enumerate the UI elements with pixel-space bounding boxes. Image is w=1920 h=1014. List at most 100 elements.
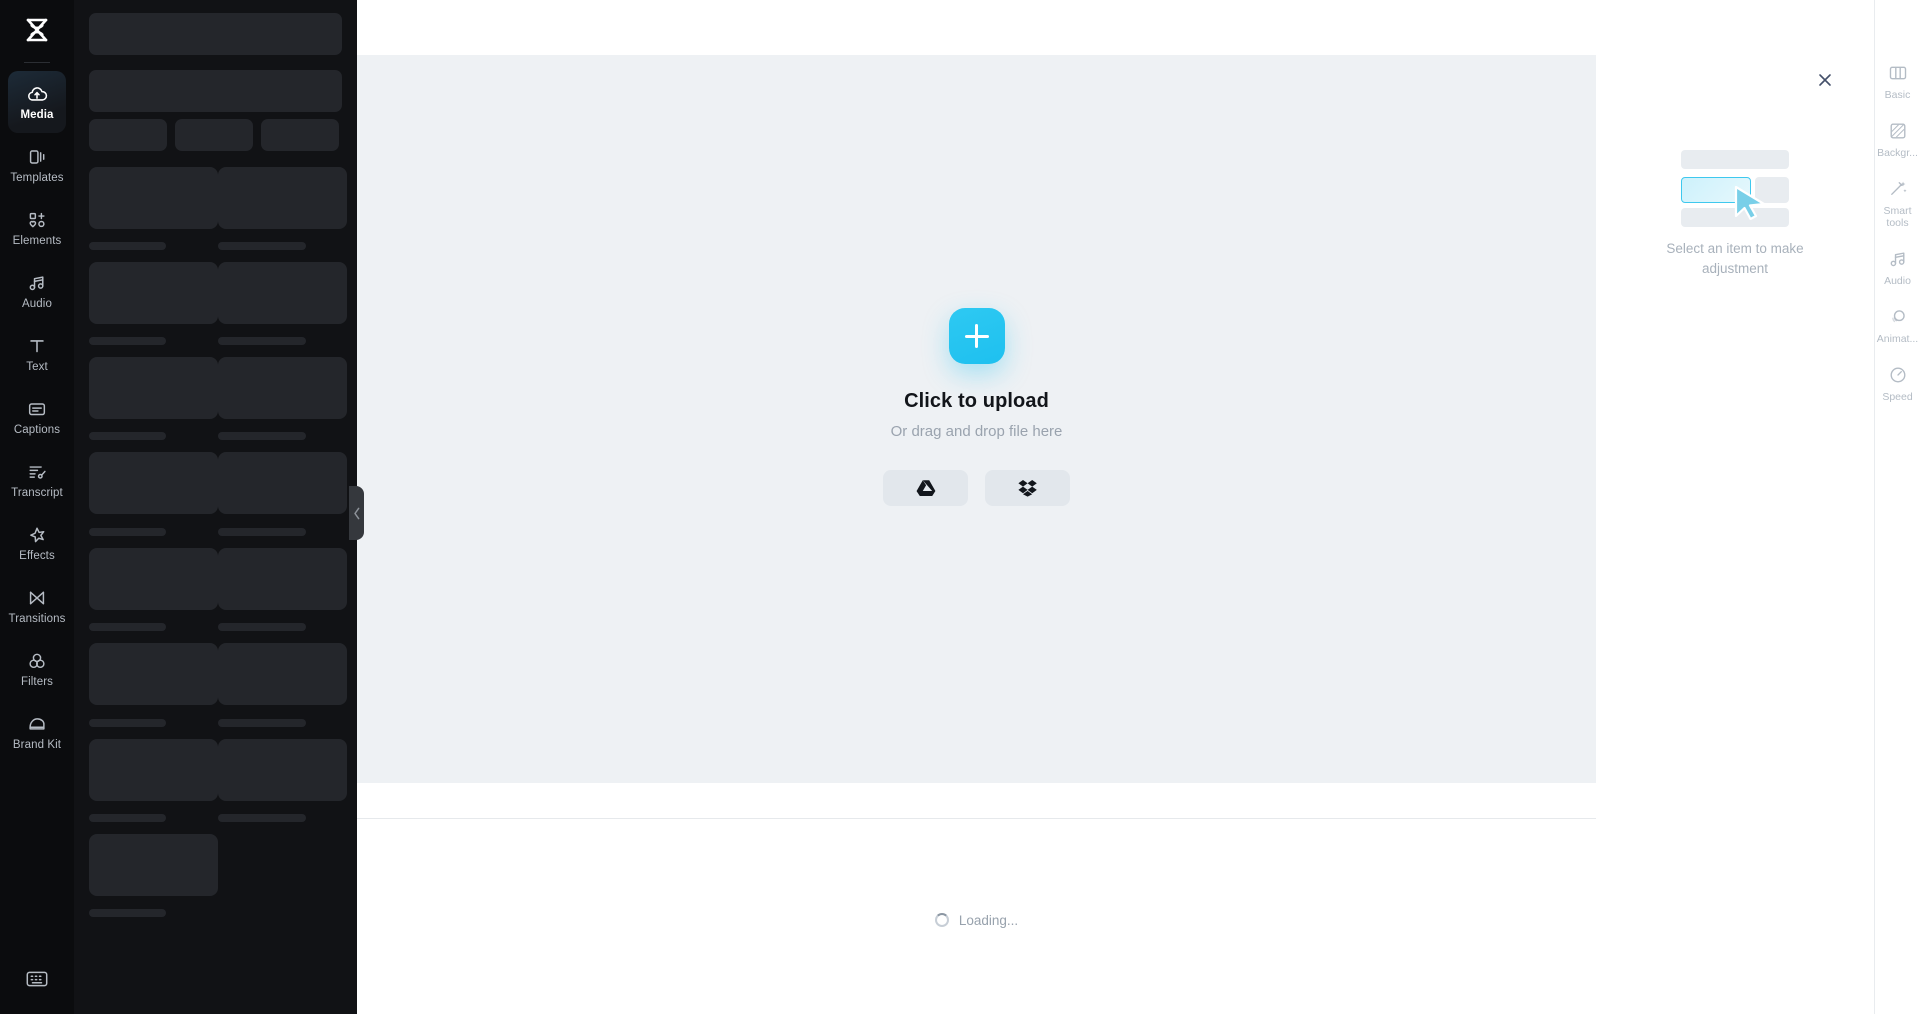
google-drive-button[interactable]	[883, 470, 968, 506]
left-sidebar: Media Templates Elements Audio Text Capt…	[0, 0, 74, 1014]
sidebar-item-media[interactable]: Media	[8, 71, 66, 133]
sidebar-item-audio[interactable]: Audio	[8, 260, 66, 322]
sidebar-item-label: Templates	[10, 171, 64, 184]
sidebar-item-label: Filters	[20, 675, 53, 688]
skeleton-line	[218, 814, 306, 822]
upload-dropzone[interactable]: Click to upload Or drag and drop file he…	[357, 43, 1596, 771]
text-icon	[30, 339, 44, 353]
app-logo[interactable]	[0, 4, 74, 56]
skeleton-tile	[218, 167, 347, 229]
player-stage: Click to upload Or drag and drop file he…	[357, 55, 1596, 783]
magic-wand-icon	[1890, 181, 1907, 196]
sidebar-item-effects[interactable]: Effects	[8, 512, 66, 574]
upload-plus-button[interactable]	[948, 308, 1005, 364]
skeleton-line	[89, 337, 166, 345]
skeleton-bar	[89, 70, 342, 112]
skeleton-tile	[89, 357, 218, 419]
sidebar-item-transcript[interactable]: Transcript	[8, 449, 66, 511]
skeleton-line	[218, 432, 306, 440]
skeleton-line	[89, 719, 166, 727]
toolbar-item-animation[interactable]: Animat...	[1875, 306, 1920, 345]
panel-collapse-handle[interactable]	[349, 486, 364, 540]
sidebar-item-filters[interactable]: Filters	[8, 638, 66, 700]
toolbar-item-background[interactable]: Backgr...	[1875, 120, 1920, 159]
spinner-icon	[934, 913, 949, 927]
sidebar-item-label: Text	[26, 360, 48, 373]
skeleton-bar	[175, 119, 253, 151]
keyboard-shortcuts-icon	[26, 971, 48, 987]
cloud-import-row	[883, 470, 1070, 506]
transcript-icon	[29, 466, 46, 479]
skeleton-tile	[89, 167, 218, 229]
inspector-panel: Select an item to make adjustment	[1596, 0, 1874, 1014]
skeleton-line	[89, 528, 166, 536]
chevron-left-icon	[353, 507, 359, 519]
sidebar-item-list: Media Templates Elements Audio Text Capt…	[0, 71, 74, 764]
toolbar-item-label: Animat...	[1876, 333, 1919, 345]
toolbar-item-label: Basic	[1884, 89, 1911, 101]
skeleton-line	[89, 814, 166, 822]
dropbox-icon	[1017, 480, 1037, 497]
toolbar-item-speed[interactable]: Speed	[1875, 364, 1920, 403]
skeleton-tile	[218, 548, 347, 610]
dropbox-button[interactable]	[985, 470, 1070, 506]
cursor-arrow-icon	[1734, 185, 1770, 225]
timeline-divider	[357, 818, 1596, 819]
upload-title: Click to upload	[904, 390, 1049, 412]
plus-icon-vertical	[975, 324, 978, 348]
toolbar-item-label: Speed	[1882, 391, 1913, 403]
skeleton-line	[218, 242, 306, 250]
skeleton-line	[218, 337, 306, 345]
sidebar-item-label: Effects	[19, 549, 55, 562]
skeleton-line	[218, 528, 306, 536]
sidebar-item-label: Brand Kit	[12, 738, 62, 751]
skeleton-line	[218, 623, 306, 631]
toolbar-item-label: Smart tools	[1883, 205, 1912, 229]
skeleton-line	[89, 623, 166, 631]
skeleton-bar	[89, 13, 342, 55]
skeleton-tile	[218, 452, 347, 514]
timeline-loading: Loading...	[357, 905, 1596, 935]
skeleton-tile	[218, 643, 347, 705]
toolbar-item-audio[interactable]: Audio	[1875, 248, 1920, 287]
background-hatch-icon	[1890, 123, 1905, 139]
sidebar-item-text[interactable]: Text	[8, 323, 66, 385]
captions-icon	[28, 402, 46, 415]
skeleton-tile	[89, 548, 218, 610]
timeline-toolbar	[357, 783, 1596, 818]
sidebar-item-captions[interactable]: Captions	[8, 386, 66, 448]
sidebar-item-elements[interactable]: Elements	[8, 197, 66, 259]
sidebar-item-label: Audio	[22, 297, 52, 310]
google-drive-icon	[916, 480, 935, 496]
skeleton-tile	[218, 357, 347, 419]
film-frame-icon	[1889, 66, 1906, 80]
close-inspector-button[interactable]	[1817, 72, 1837, 92]
skeleton-bar	[261, 119, 339, 151]
keyboard-shortcuts-button[interactable]	[17, 962, 57, 996]
transitions-icon	[29, 591, 45, 605]
toolbar-item-basic[interactable]: Basic	[1875, 62, 1920, 101]
sidebar-item-transitions[interactable]: Transitions	[8, 575, 66, 637]
filters-icon	[29, 653, 45, 668]
inspector-empty-state: Select an item to make adjustment	[1596, 150, 1874, 279]
skeleton-line	[89, 909, 166, 917]
skeleton-tile	[89, 262, 218, 324]
skeleton-line	[218, 719, 306, 727]
right-toolbar: Basic Backgr... Smart tools Audio Animat…	[1874, 0, 1920, 1014]
capcut-logo-icon	[26, 18, 48, 42]
illustration-row	[1681, 150, 1789, 169]
skeleton-tile	[89, 739, 218, 801]
animation-circles-icon	[1891, 310, 1905, 323]
audio-note-icon	[1890, 252, 1904, 267]
skeleton-tile	[89, 452, 218, 514]
effects-star-icon	[30, 527, 45, 543]
sidebar-item-label: Captions	[13, 423, 61, 436]
toolbar-item-smart-tools[interactable]: Smart tools	[1875, 178, 1920, 229]
toolbar-item-label: Audio	[1884, 275, 1911, 287]
sidebar-item-templates[interactable]: Templates	[8, 134, 66, 196]
sidebar-item-brand-kit[interactable]: Brand Kit	[8, 701, 66, 763]
sidebar-divider	[24, 62, 50, 63]
templates-icon	[29, 150, 45, 164]
sidebar-item-label: Media	[20, 108, 54, 121]
toolbar-item-label: Backgr...	[1877, 147, 1918, 159]
